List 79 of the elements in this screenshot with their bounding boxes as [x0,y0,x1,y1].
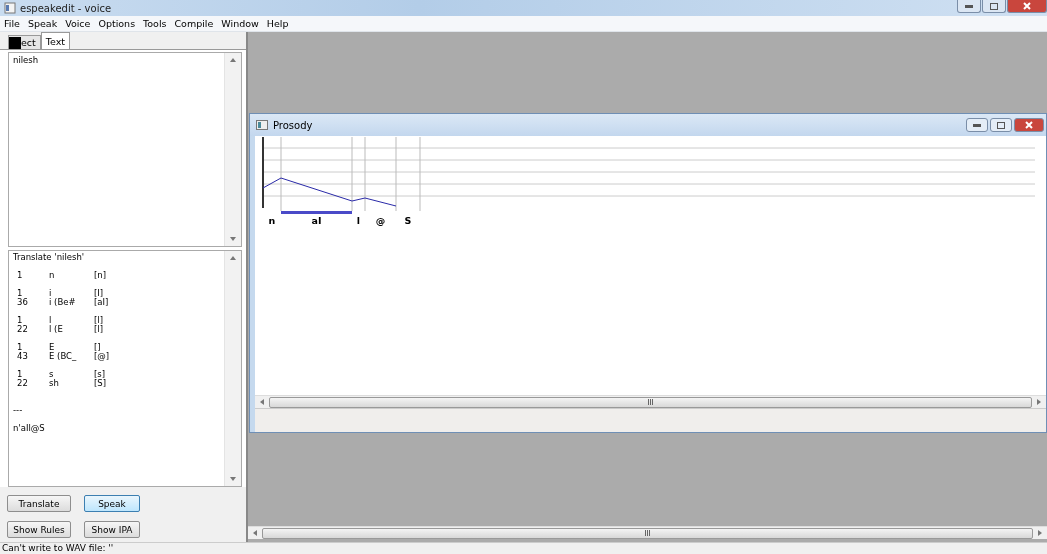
rule-number: 43 [16,352,29,362]
rule-match: E (BC_ [48,352,78,362]
window-title: Prosody [273,119,313,131]
phoneme-label[interactable]: n [268,215,276,226]
rule-match: l [48,316,53,326]
scroll-arrow-icon[interactable] [259,399,265,405]
menu-item[interactable]: Speak [27,18,58,29]
menu-item[interactable]: Options [98,18,136,29]
output-line: Translate 'nilesh' [13,253,86,263]
menu-item[interactable]: Compile [174,18,214,29]
close-button[interactable] [1014,118,1044,132]
rule-match: i [48,289,53,299]
rule-number: 1 [16,316,23,326]
scroll-arrow-icon[interactable] [1036,399,1042,405]
menu-item[interactable]: File [4,18,20,29]
phoneme-text: [n] [94,271,107,281]
minimize-icon [965,4,973,8]
scroll-arrow-icon[interactable] [230,236,236,243]
rule-number: 22 [16,379,29,389]
close-icon [1025,121,1033,129]
grip-icon [647,399,654,405]
rule-match: l (E [48,325,64,335]
rule-number: 1 [16,271,24,281]
window-icon [256,120,268,130]
scroll-arrow-icon[interactable] [230,476,236,482]
minimize-icon [973,123,981,127]
tab[interactable]: Text [40,32,70,49]
action-button[interactable]: Translate [7,495,71,512]
rule-match: sh [48,379,60,389]
action-button[interactable]: Show Rules [7,521,71,538]
phoneme-text: [s] [94,370,106,380]
phoneme-text: [aI] [94,298,109,308]
maximize-icon [997,121,1005,129]
rule-match: E [48,343,56,353]
phoneme-text: [l] [94,316,103,326]
rule-number: 1 [16,370,23,380]
rule-match: s [48,370,54,380]
maximize-icon [990,2,998,10]
separator-text: --- [13,406,24,416]
phoneme-text: [I] [94,289,104,299]
vertical-scrollbar[interactable] [224,53,241,247]
phoneme-text: [l] [94,325,103,335]
minimize-button[interactable] [957,0,981,13]
phoneme-text: [@] [94,352,110,362]
scroll-arrow-icon[interactable] [230,255,236,262]
menu-item[interactable]: Tools [143,18,167,29]
menu-item[interactable]: Help [266,18,289,29]
rule-number: 22 [16,325,29,335]
close-icon [1023,2,1031,10]
phoneme-result: n'aIl@S [13,424,46,434]
app-icon [4,2,16,14]
scroll-arrow-icon[interactable] [1037,530,1043,536]
phoneme-label[interactable]: aI [311,215,322,226]
window-title: espeakedit - voice [20,2,112,14]
maximize-button[interactable] [990,118,1012,132]
menu-item[interactable]: Voice [65,18,91,29]
status-text: Can't write to WAV file: '' [2,543,114,553]
phoneme-label[interactable]: @ [375,215,386,226]
scroll-arrow-icon[interactable] [252,530,258,536]
maximize-button[interactable] [982,0,1006,13]
vertical-scrollbar[interactable] [224,251,241,486]
action-button[interactable]: Speak [84,495,140,512]
rule-number: 36 [16,298,29,308]
phoneme-label[interactable]: l [356,215,361,226]
close-button[interactable] [1007,0,1047,13]
tab[interactable]: ect [8,35,41,49]
rule-match: i (Be# [48,298,77,308]
minimize-button[interactable] [966,118,988,132]
text-input-area[interactable]: nilesh [8,52,242,248]
menu-item[interactable]: Window [221,18,259,29]
phoneme-label[interactable]: S [404,215,412,226]
rule-number: 1 [16,343,23,353]
action-button[interactable]: Show IPA [84,521,140,538]
rule-match: n [48,271,56,281]
grip-icon [644,530,651,536]
phoneme-text: [] [94,343,101,353]
scroll-arrow-icon[interactable] [230,57,236,63]
phoneme-text: [S] [94,379,107,389]
rule-number: 1 [16,289,23,299]
